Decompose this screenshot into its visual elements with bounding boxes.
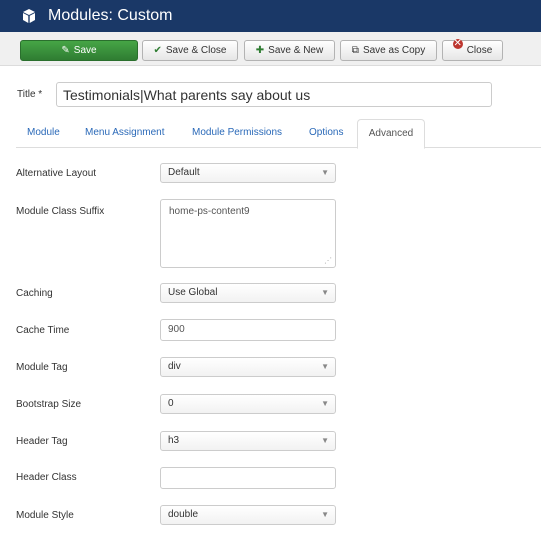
alternative-layout-select[interactable]: Default ▼ — [160, 163, 336, 183]
module-tag-select[interactable]: div ▼ — [160, 357, 336, 377]
alternative-layout-label: Alternative Layout — [16, 168, 97, 179]
close-label: Close — [466, 45, 493, 56]
save-close-label: Save & Close — [165, 45, 227, 56]
chevron-down-icon: ▼ — [321, 436, 329, 445]
bootstrap-size-value: 0 — [168, 398, 174, 409]
plus-icon: ✚ — [255, 45, 265, 56]
module-style-value: double — [168, 509, 199, 520]
app-header: Modules: Custom — [0, 0, 541, 32]
chevron-down-icon: ▼ — [321, 510, 329, 519]
header-class-input[interactable] — [160, 467, 336, 489]
chevron-down-icon: ▼ — [321, 362, 329, 371]
caching-label: Caching — [16, 288, 53, 299]
header-tag-select[interactable]: h3 ▼ — [160, 431, 336, 451]
bootstrap-size-label: Bootstrap Size — [16, 399, 82, 410]
bootstrap-size-select[interactable]: 0 ▼ — [160, 394, 336, 414]
module-style-select[interactable]: double ▼ — [160, 505, 336, 525]
close-icon: ✕ — [452, 38, 463, 49]
chevron-down-icon: ▼ — [321, 399, 329, 408]
toolbar: ✎ Save ✔ Save & Close ✚ Save & New ⧉ Save as… — [0, 32, 541, 66]
cache-time-input[interactable]: 900 — [160, 319, 336, 341]
resize-handle-icon[interactable]: ⋰ — [324, 256, 332, 265]
save-button[interactable]: ✎ Save — [20, 40, 138, 61]
save-label: Save — [73, 45, 97, 56]
chevron-down-icon: ▼ — [321, 288, 329, 297]
title-input[interactable] — [56, 82, 492, 107]
cube-icon — [23, 9, 35, 23]
title-label: Title * — [17, 89, 43, 100]
module-class-suffix-textarea[interactable]: home-ps-content9 ⋰ — [160, 199, 336, 268]
module-tag-value: div — [168, 361, 181, 372]
module-class-suffix-label: Module Class Suffix — [16, 206, 105, 217]
header-class-label: Header Class — [16, 472, 77, 483]
caching-select[interactable]: Use Global ▼ — [160, 283, 336, 303]
module-style-label: Module Style — [16, 510, 74, 521]
alternative-layout-value: Default — [168, 167, 200, 178]
cache-time-label: Cache Time — [16, 325, 70, 336]
module-class-suffix-value: home-ps-content9 — [169, 206, 250, 217]
close-button[interactable]: ✕Close — [442, 38, 503, 61]
save-new-label: Save & New — [268, 45, 324, 56]
check-icon: ✔ — [153, 45, 162, 56]
header-tag-value: h3 — [168, 435, 180, 446]
copy-icon: ⧉ — [351, 45, 359, 56]
tab-bar: Module Menu Assignment Module Permission… — [16, 119, 541, 149]
edit-icon: ✎ — [61, 45, 70, 56]
tab-options[interactable]: Options — [309, 127, 343, 138]
module-tag-label: Module Tag — [16, 362, 68, 373]
tab-menu-assignment[interactable]: Menu Assignment — [85, 127, 165, 138]
save-as-copy-button[interactable]: ⧉ Save as Copy — [340, 40, 437, 61]
save-new-button[interactable]: ✚ Save & New — [244, 40, 335, 61]
page-title: Modules: Custom — [48, 7, 173, 24]
save-as-copy-label: Save as Copy — [362, 45, 426, 56]
tab-advanced[interactable]: Advanced — [357, 119, 425, 149]
header-tag-label: Header Tag — [16, 436, 68, 447]
save-close-button[interactable]: ✔ Save & Close — [142, 40, 238, 61]
caching-value: Use Global — [168, 287, 218, 298]
chevron-down-icon: ▼ — [321, 168, 329, 177]
tab-module[interactable]: Module — [27, 127, 60, 138]
tab-module-permissions[interactable]: Module Permissions — [192, 127, 282, 138]
